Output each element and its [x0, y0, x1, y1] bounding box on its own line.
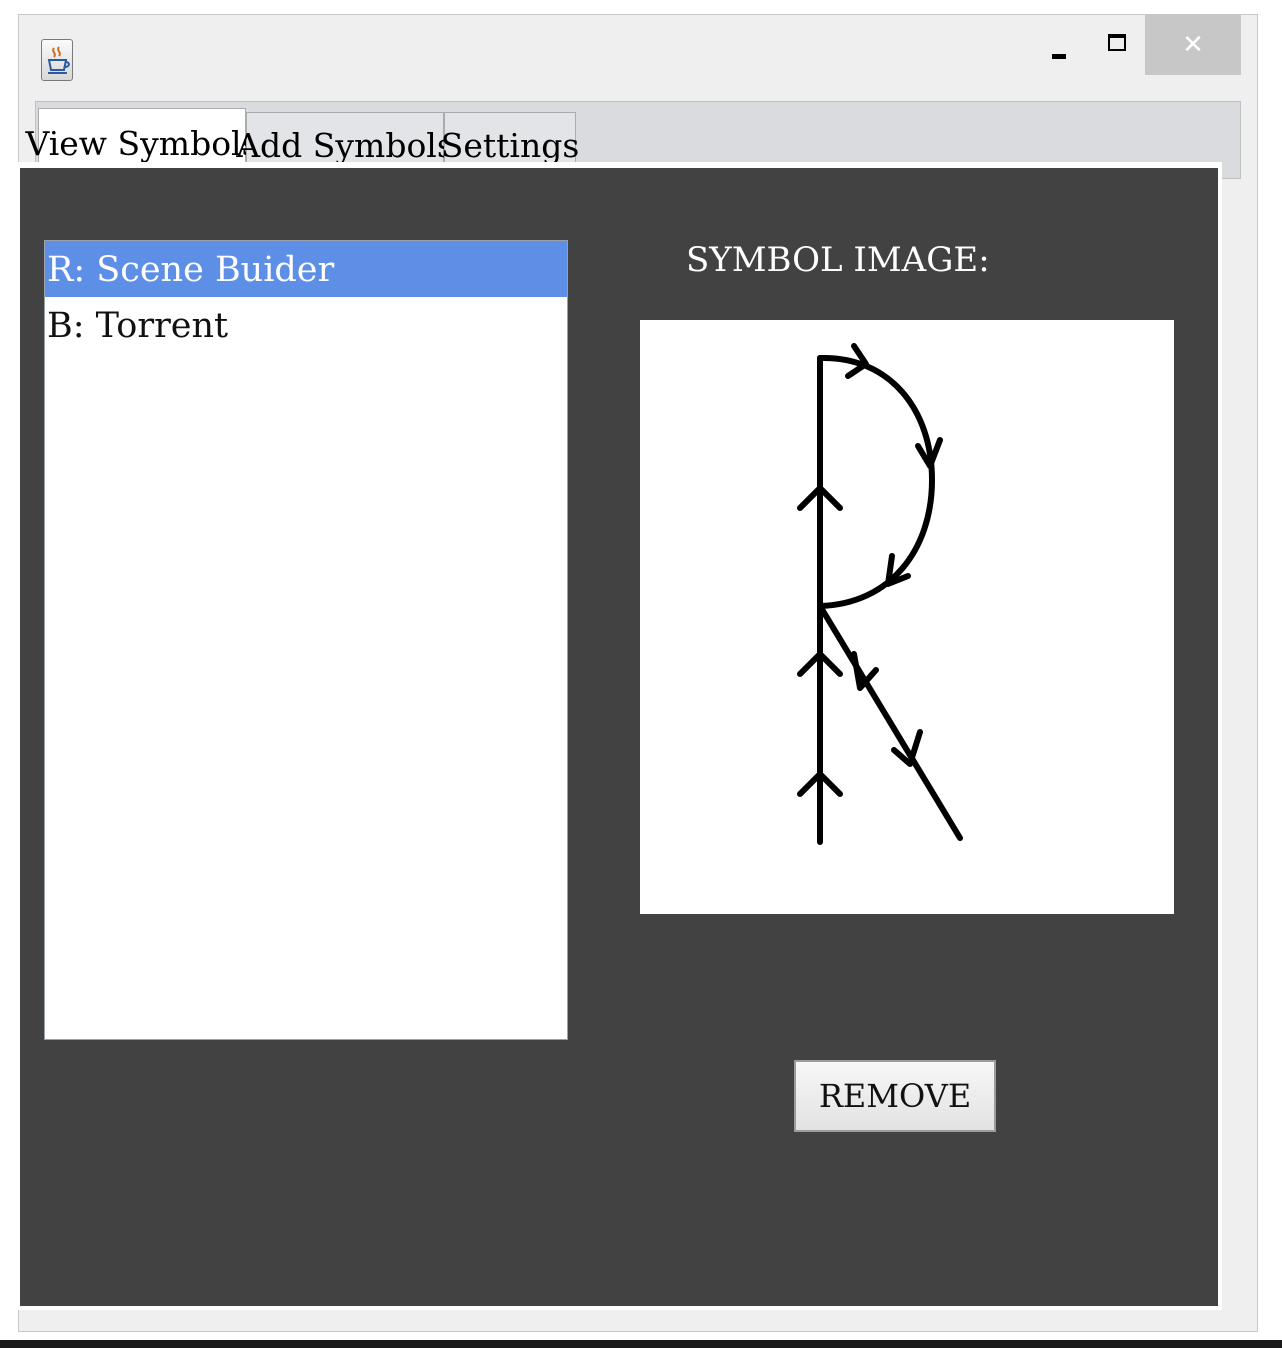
minimize-icon: [1052, 53, 1066, 59]
arrow-head: [851, 651, 879, 691]
list-item[interactable]: B: Torrent: [45, 297, 567, 353]
symbol-list[interactable]: R: Scene Buider B: Torrent: [44, 240, 568, 1040]
maximize-icon: [1108, 33, 1126, 51]
java-app-icon: [41, 39, 73, 81]
list-item[interactable]: R: Scene Buider: [45, 241, 567, 297]
remove-button[interactable]: REMOVE: [794, 1060, 996, 1132]
stroke-leg: [817, 603, 963, 841]
symbol-image-panel: [640, 320, 1174, 914]
close-icon: ✕: [1182, 30, 1204, 60]
view-symbols-panel: R: Scene Buider B: Torrent SYMBOL IMAGE:…: [20, 168, 1218, 1306]
symbol-drawing: [797, 343, 963, 845]
stroke-bowl: [817, 354, 935, 609]
close-button[interactable]: ✕: [1145, 15, 1241, 75]
minimize-button[interactable]: [1039, 15, 1079, 75]
title-bar[interactable]: ✕: [19, 15, 1257, 89]
symbol-image-label: SYMBOL IMAGE:: [686, 240, 990, 280]
coffee-cup-icon: [47, 46, 70, 74]
taskbar-edge: [0, 1340, 1282, 1348]
maximize-button[interactable]: [1097, 15, 1137, 75]
